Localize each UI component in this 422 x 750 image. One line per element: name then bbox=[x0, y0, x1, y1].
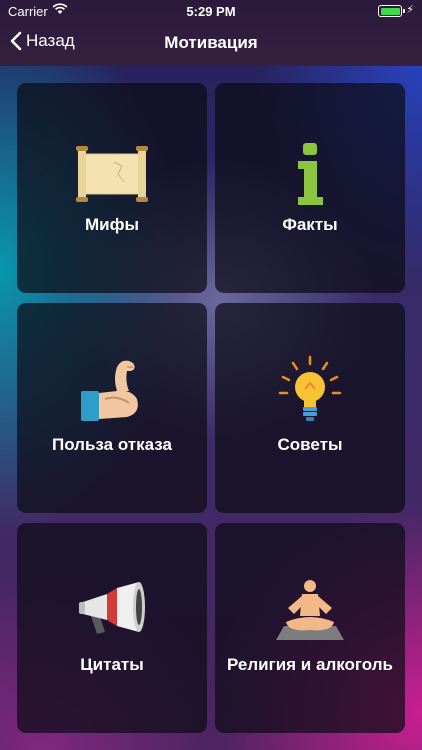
lightbulb-icon bbox=[215, 355, 405, 425]
category-grid: Мифы Факты Польза отказа Советы Цитаты Р… bbox=[0, 66, 422, 750]
page-title: Мотивация bbox=[164, 33, 258, 52]
status-time: 5:29 PM bbox=[186, 4, 236, 19]
tile-myths[interactable]: Мифы bbox=[17, 83, 207, 293]
flexed-arm-icon bbox=[17, 355, 207, 425]
battery-icon bbox=[378, 5, 405, 17]
tile-tips[interactable]: Советы bbox=[215, 303, 405, 513]
charging-bolt-icon: ⚡ bbox=[406, 4, 414, 16]
tile-label: Факты bbox=[282, 215, 338, 234]
tile-label: Цитаты bbox=[80, 655, 144, 674]
tile-label: Религия и алкоголь bbox=[227, 655, 393, 674]
tile-quotes[interactable]: Цитаты bbox=[17, 523, 207, 733]
tile-label: Советы bbox=[277, 435, 343, 454]
tile-religion[interactable]: Религия и алкоголь bbox=[215, 523, 405, 733]
megaphone-icon bbox=[17, 575, 207, 645]
status-bar: Carrier 5:29 PM ⚡ bbox=[0, 0, 422, 22]
tile-facts[interactable]: Факты bbox=[215, 83, 405, 293]
info-icon bbox=[215, 139, 405, 209]
navigation-bar: Назад Мотивация bbox=[0, 22, 422, 66]
tile-benefits[interactable]: Польза отказа bbox=[17, 303, 207, 513]
top-bar: Carrier 5:29 PM ⚡ Назад Мотивация bbox=[0, 0, 422, 66]
tile-label: Польза отказа bbox=[52, 435, 172, 454]
tile-label: Мифы bbox=[84, 215, 139, 234]
scroll-icon bbox=[17, 139, 207, 209]
meditation-icon bbox=[215, 575, 405, 645]
